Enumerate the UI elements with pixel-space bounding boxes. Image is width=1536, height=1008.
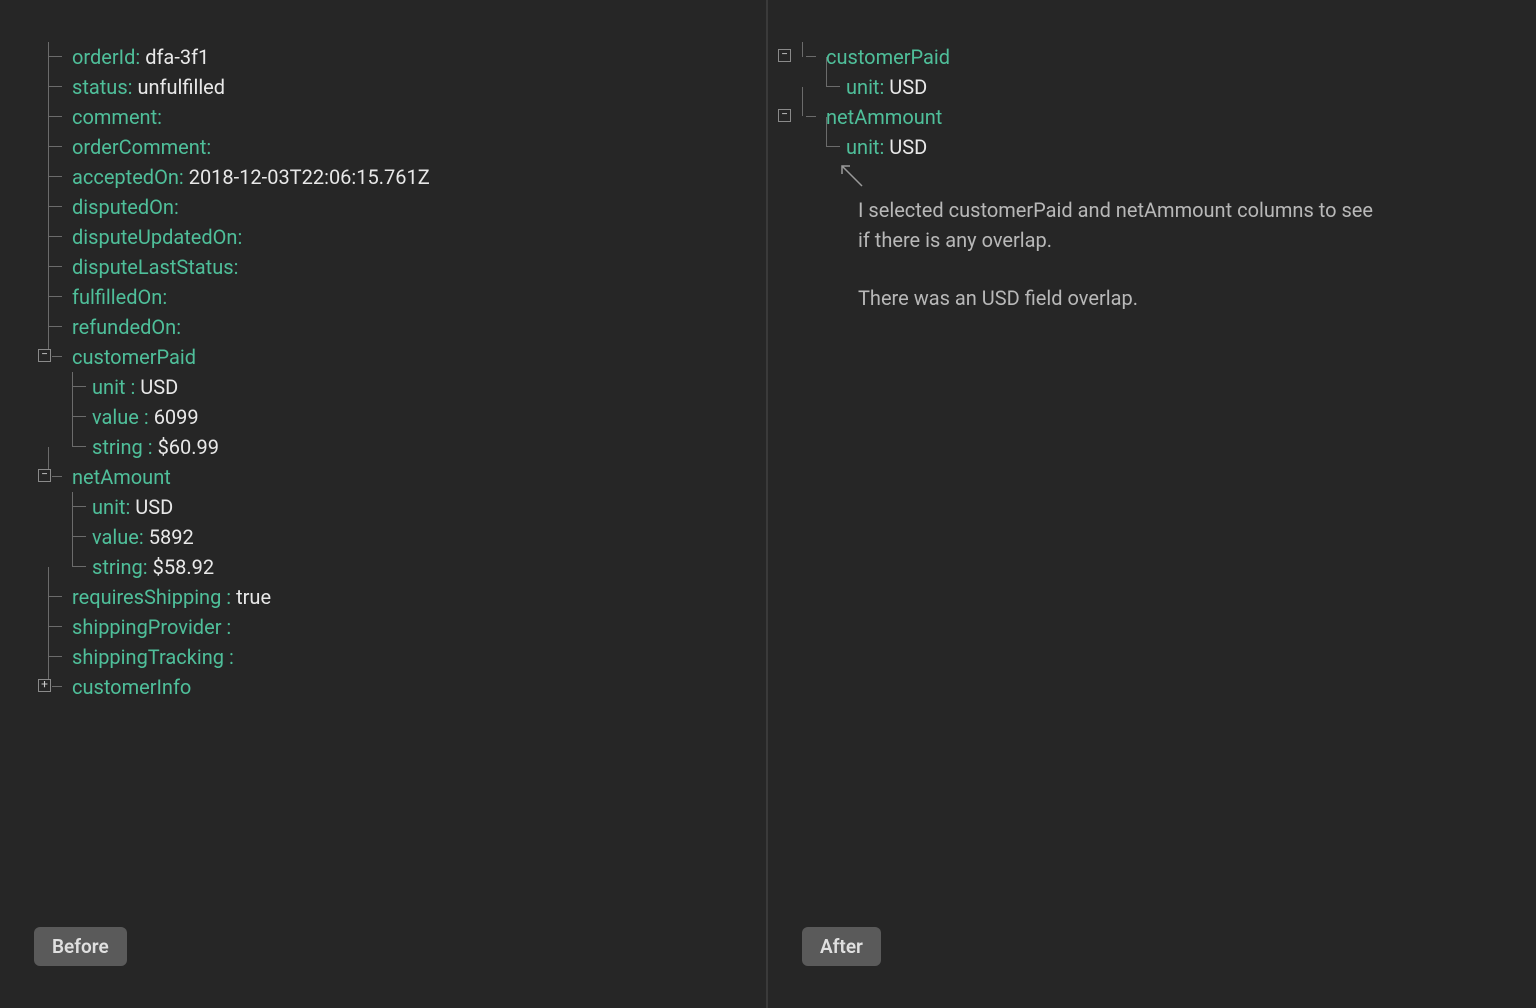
key-label: fulfilledOn:: [72, 285, 167, 309]
value-text: unfulfilled: [137, 75, 225, 99]
pointer-arrow-icon: [836, 160, 866, 190]
field-netAmount-string[interactable]: string: $58.92: [44, 552, 766, 582]
field-orderId[interactable]: orderId: dfa-3f1: [44, 42, 766, 72]
collapse-icon[interactable]: [38, 349, 51, 362]
field-disputedOn[interactable]: disputedOn:: [44, 192, 766, 222]
value-text: $58.92: [153, 555, 214, 579]
value-text: true: [236, 585, 271, 609]
key-label: unit :: [92, 375, 135, 399]
key-label: disputeLastStatus:: [72, 255, 238, 279]
before-badge: Before: [34, 927, 127, 966]
key-label: netAmmount: [826, 105, 942, 129]
value-text: dfa-3f1: [145, 45, 209, 69]
field-netAmount-value[interactable]: value: 5892: [44, 522, 766, 552]
value-text: USD: [889, 75, 927, 99]
key-label: orderComment:: [72, 135, 211, 159]
before-tree: orderId: dfa-3f1 status: unfulfilled com…: [0, 42, 766, 702]
after-badge: After: [802, 927, 881, 966]
value-text: 2018-12-03T22:06:15.761Z: [189, 165, 430, 189]
collapse-icon[interactable]: [38, 469, 51, 482]
key-label: value :: [92, 405, 149, 429]
split-container: orderId: dfa-3f1 status: unfulfilled com…: [0, 0, 1536, 1008]
key-label: disputeUpdatedOn:: [72, 225, 242, 249]
key-label: comment:: [72, 105, 162, 129]
field-refundedOn[interactable]: refundedOn:: [44, 312, 766, 342]
field-disputeLastStatus[interactable]: disputeLastStatus:: [44, 252, 766, 282]
key-label: disputedOn:: [72, 195, 179, 219]
annotation-line-2: There was an USD field overlap.: [858, 283, 1378, 313]
key-label: unit:: [92, 495, 130, 519]
key-label: requiresShipping :: [72, 585, 231, 609]
key-label: refundedOn:: [72, 315, 181, 339]
field-shippingProvider[interactable]: shippingProvider :: [44, 612, 766, 642]
field-acceptedOn[interactable]: acceptedOn: 2018-12-03T22:06:15.761Z: [44, 162, 766, 192]
value-text: USD: [889, 135, 927, 159]
field-disputeUpdatedOn[interactable]: disputeUpdatedOn:: [44, 222, 766, 252]
key-label: customerPaid: [72, 345, 196, 369]
field-customerPaid[interactable]: customerPaid: [44, 342, 766, 372]
value-text: USD: [135, 495, 173, 519]
field-customerInfo[interactable]: customerInfo: [44, 672, 766, 702]
key-label: string:: [92, 555, 148, 579]
collapse-icon[interactable]: [778, 109, 791, 122]
field-netAmount[interactable]: netAmount: [44, 462, 766, 492]
key-label: customerInfo: [72, 675, 191, 699]
field-shippingTracking[interactable]: shippingTracking :: [44, 642, 766, 672]
field-customerPaid-value[interactable]: value : 6099: [44, 402, 766, 432]
value-text: $60.99: [158, 435, 219, 459]
key-label: orderId:: [72, 45, 140, 69]
field-status[interactable]: status: unfulfilled: [44, 72, 766, 102]
key-label: shippingTracking :: [72, 645, 234, 669]
key-label: shippingProvider :: [72, 615, 231, 639]
field-customerPaid-string[interactable]: string : $60.99: [44, 432, 766, 462]
expand-icon[interactable]: [38, 679, 51, 692]
annotation-line-1: I selected customerPaid and netAmmount c…: [858, 195, 1378, 255]
collapse-icon[interactable]: [778, 49, 791, 62]
field-orderComment[interactable]: orderComment:: [44, 132, 766, 162]
field-customerPaid[interactable]: customerPaid: [798, 42, 1536, 72]
after-panel: customerPaid unit: USD netAmmount unit: …: [768, 0, 1536, 1008]
key-label: netAmount: [72, 465, 171, 489]
field-netAmount-unit[interactable]: unit: USD: [44, 492, 766, 522]
key-label: acceptedOn:: [72, 165, 184, 189]
field-requiresShipping[interactable]: requiresShipping : true: [44, 582, 766, 612]
key-label: customerPaid: [826, 45, 950, 69]
value-text: 6099: [154, 405, 199, 429]
value-text: 5892: [149, 525, 194, 549]
value-text: USD: [140, 375, 178, 399]
key-label: status:: [72, 75, 132, 99]
key-label: value:: [92, 525, 144, 549]
key-label: unit:: [846, 75, 884, 99]
annotation-text: I selected customerPaid and netAmmount c…: [858, 195, 1378, 341]
before-panel: orderId: dfa-3f1 status: unfulfilled com…: [0, 0, 768, 1008]
field-comment[interactable]: comment:: [44, 102, 766, 132]
field-netAmmount[interactable]: netAmmount: [798, 102, 1536, 132]
field-netAmmount-unit[interactable]: unit: USD: [798, 132, 1536, 162]
key-label: unit:: [846, 135, 884, 159]
field-customerPaid-unit[interactable]: unit : USD: [44, 372, 766, 402]
after-tree: customerPaid unit: USD netAmmount unit: …: [768, 42, 1536, 162]
field-fulfilledOn[interactable]: fulfilledOn:: [44, 282, 766, 312]
key-label: string :: [92, 435, 153, 459]
field-customerPaid-unit[interactable]: unit: USD: [798, 72, 1536, 102]
